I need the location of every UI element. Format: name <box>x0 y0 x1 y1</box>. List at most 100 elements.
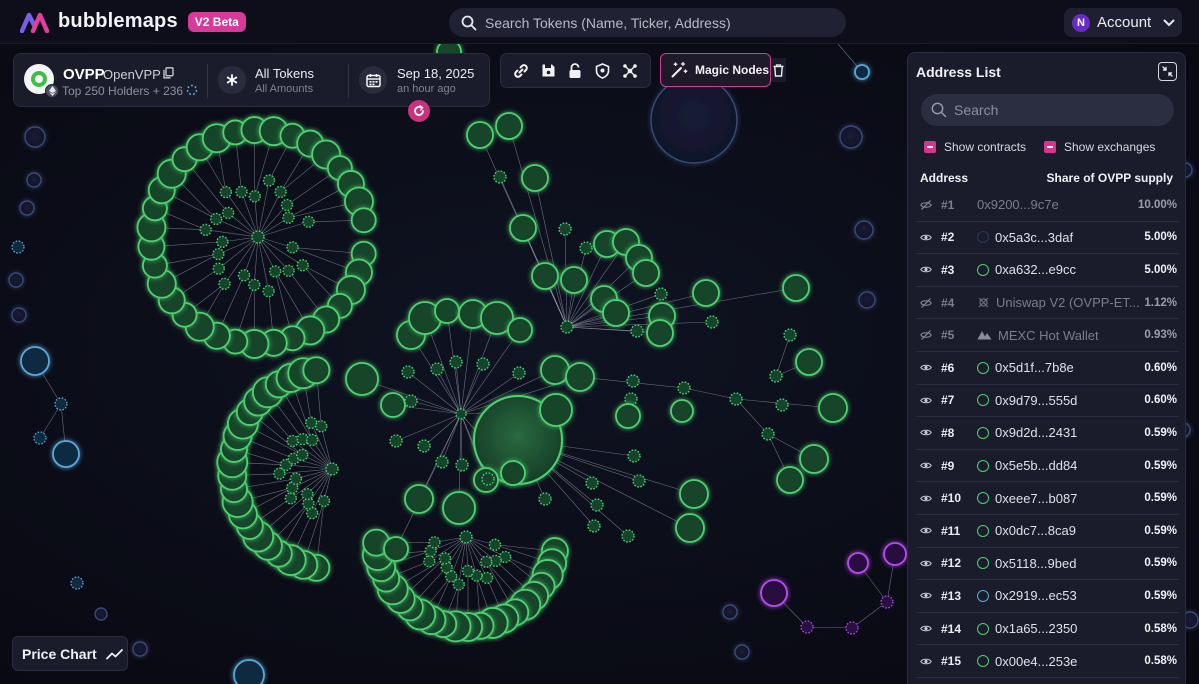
holder-bubble[interactable] <box>722 604 738 620</box>
holder-bubble[interactable] <box>350 207 377 234</box>
magic-nodes-button[interactable]: Magic Nodes <box>660 53 771 87</box>
address-value[interactable]: MEXC Hot Wallet <box>998 328 1148 343</box>
collapse-panel-button[interactable] <box>1158 62 1177 81</box>
holder-bubble[interactable] <box>273 467 286 480</box>
holder-bubble[interactable] <box>404 484 434 514</box>
holder-bubble[interactable] <box>818 393 848 423</box>
holder-bubble[interactable] <box>521 164 549 192</box>
holder-bubble[interactable] <box>769 369 783 383</box>
eye-icon[interactable] <box>920 233 932 242</box>
eye-off-icon[interactable] <box>920 199 932 210</box>
address-row[interactable]: #3 0xa632...e9cc 5.00% <box>916 254 1179 287</box>
address-value[interactable]: 0x5d1f...7b8e <box>995 360 1145 375</box>
holder-bubble[interactable] <box>783 328 797 342</box>
holder-bubble[interactable] <box>305 416 318 430</box>
address-value[interactable]: 0x2919...ec53 <box>995 588 1145 603</box>
token-search-bar[interactable] <box>449 8 846 37</box>
holder-bubble[interactable] <box>621 529 635 543</box>
holder-bubble[interactable] <box>289 472 303 485</box>
holder-bubble[interactable] <box>251 230 265 244</box>
holder-bubble[interactable] <box>235 185 248 199</box>
holder-bubble[interactable] <box>317 494 331 508</box>
shield-button[interactable] <box>593 61 613 81</box>
logo[interactable]: bubblemaps V2 Beta <box>20 10 246 33</box>
holder-bubble[interactable] <box>282 211 295 224</box>
address-value[interactable]: 0x9200...9c7e <box>977 197 1127 212</box>
holder-bubble[interactable] <box>218 277 231 291</box>
holder-bubble[interactable] <box>430 362 444 376</box>
holder-bubble[interactable] <box>54 397 68 411</box>
eye-off-icon[interactable] <box>920 330 932 341</box>
holder-bubble[interactable] <box>212 247 225 261</box>
address-row[interactable]: #7 0x9d79...555d 0.60% <box>916 385 1179 418</box>
holder-bubble[interactable] <box>729 392 743 406</box>
holder-bubble[interactable] <box>626 374 640 388</box>
holder-bubble[interactable] <box>854 220 874 240</box>
holder-bubble[interactable] <box>679 479 709 509</box>
eye-off-icon[interactable] <box>920 297 932 308</box>
snapshot-date[interactable]: Sep 18, 2025 <box>397 66 474 81</box>
holder-bubble[interactable] <box>237 269 251 282</box>
holder-bubble[interactable] <box>760 579 788 607</box>
holder-bubble[interactable] <box>488 538 502 551</box>
holder-bubble[interactable] <box>11 240 25 254</box>
holder-bubble[interactable] <box>417 439 431 453</box>
holder-bubble[interactable] <box>493 170 507 184</box>
address-value[interactable]: 0x9d2d...2431 <box>995 425 1145 440</box>
holder-bubble[interactable] <box>481 472 495 486</box>
holder-bubble[interactable] <box>52 440 80 468</box>
address-search-input[interactable] <box>954 102 1154 118</box>
eye-icon[interactable] <box>920 526 932 535</box>
holder-bubble[interactable] <box>302 215 315 228</box>
holder-bubble[interactable] <box>325 462 339 476</box>
holder-bubble[interactable] <box>435 455 449 469</box>
holder-bubble[interactable] <box>434 298 460 324</box>
holder-bubble[interactable] <box>654 287 668 301</box>
holder-bubble[interactable] <box>531 262 559 290</box>
date-picker-button[interactable] <box>359 66 387 94</box>
holder-bubble[interactable] <box>507 317 533 343</box>
holder-bubble[interactable] <box>282 264 295 278</box>
holder-bubble[interactable] <box>558 222 572 236</box>
show-exchanges-label[interactable]: Show exchanges <box>1064 140 1155 154</box>
holder-bubble[interactable] <box>233 659 265 684</box>
holder-bubble[interactable] <box>858 291 876 309</box>
holder-bubble[interactable] <box>70 576 84 590</box>
holder-bubble[interactable] <box>286 241 299 254</box>
holder-bubble[interactable] <box>389 434 403 448</box>
eye-icon[interactable] <box>920 265 932 274</box>
address-value[interactable]: 0xa632...e9cc <box>995 262 1145 277</box>
holder-bubble[interactable] <box>401 365 415 379</box>
address-row[interactable]: #1 0x9200...9c7e 10.00% <box>916 189 1179 222</box>
token-search-input[interactable] <box>485 14 825 31</box>
holder-bubble[interactable] <box>262 174 276 187</box>
holder-bubble[interactable] <box>539 393 573 427</box>
holder-bubble[interactable] <box>775 398 789 412</box>
holder-bubble[interactable] <box>274 185 287 199</box>
address-row[interactable]: #8 0x9d2d...2431 0.59% <box>916 417 1179 450</box>
price-chart-button[interactable]: Price Chart <box>12 636 128 671</box>
holder-bubble[interactable] <box>883 542 907 566</box>
token-filter-button[interactable] <box>218 66 246 94</box>
holder-bubble[interactable] <box>670 399 694 423</box>
holder-bubble[interactable] <box>761 427 775 441</box>
holder-bubble[interactable] <box>512 366 526 380</box>
holder-bubble[interactable] <box>221 206 235 220</box>
holder-bubble[interactable] <box>476 357 490 371</box>
holder-bubble[interactable] <box>734 644 750 660</box>
address-value[interactable]: 0x5e5b...dd84 <box>995 458 1145 473</box>
show-exchanges-checkbox[interactable] <box>1044 141 1056 153</box>
holder-bubble[interactable] <box>627 449 641 463</box>
holder-bubble[interactable] <box>854 64 870 80</box>
filter-tokens-label[interactable]: All Tokens <box>255 66 314 81</box>
copy-icon[interactable] <box>163 67 174 79</box>
show-contracts-label[interactable]: Show contracts <box>944 140 1026 154</box>
save-button[interactable] <box>538 61 558 81</box>
holder-bubble[interactable] <box>262 284 275 298</box>
holder-bubble[interactable] <box>315 420 328 433</box>
holder-bubble[interactable] <box>776 466 804 494</box>
holder-bubble[interactable] <box>345 362 379 396</box>
address-row[interactable]: #5 MEXC Hot Wallet 0.93% <box>916 319 1179 352</box>
holder-bubble[interactable] <box>585 476 599 490</box>
address-value[interactable]: 0x5118...9bed <box>995 556 1145 571</box>
